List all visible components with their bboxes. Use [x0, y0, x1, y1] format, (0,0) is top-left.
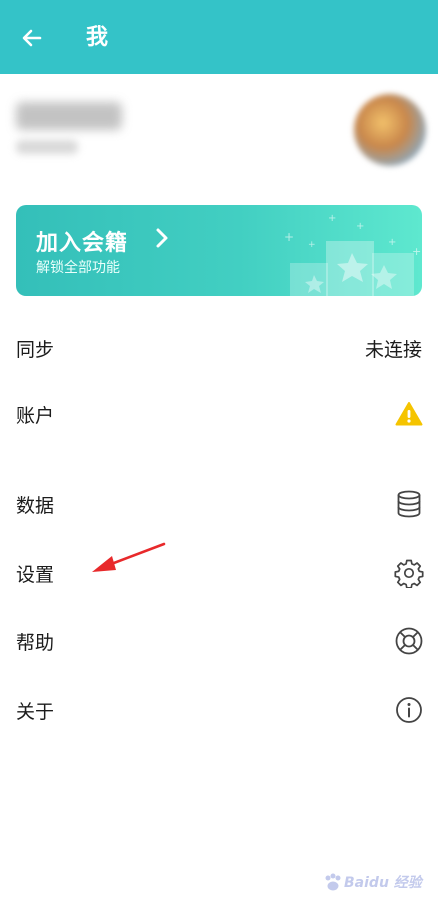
- membership-decoration: + + + + + +: [284, 213, 421, 296]
- menu-item-label: 帮助: [16, 631, 55, 654]
- menu-item-about[interactable]: 关于: [0, 682, 438, 738]
- profile-name-redacted: [16, 102, 122, 130]
- page-title: 我: [86, 25, 109, 50]
- menu-item-settings[interactable]: 设置: [0, 545, 438, 601]
- app-header: 我: [0, 0, 438, 74]
- menu-item-label: 账户: [16, 404, 55, 427]
- membership-card[interactable]: 加入会籍 解锁全部功能 + + + + + +: [16, 205, 422, 296]
- menu-item-label: 同步: [16, 338, 55, 361]
- profile-section[interactable]: [0, 74, 438, 194]
- annotation-arrow: [92, 542, 166, 572]
- lifebuoy-icon: [394, 626, 424, 656]
- avatar[interactable]: [354, 94, 426, 166]
- membership-title: 加入会籍: [36, 231, 129, 256]
- baidu-watermark: Baidu 经验: [322, 862, 422, 902]
- svg-text:+: +: [308, 240, 316, 250]
- svg-text:+: +: [388, 237, 396, 248]
- back-button[interactable]: [16, 22, 48, 54]
- arrow-left-icon: [22, 29, 42, 47]
- database-icon: [394, 489, 424, 519]
- info-icon: [394, 695, 424, 725]
- svg-text:+: +: [328, 213, 336, 224]
- warning-icon: [394, 399, 424, 429]
- menu-item-label: 设置: [16, 563, 55, 586]
- menu-item-data[interactable]: 数据: [0, 476, 438, 532]
- menu-item-account[interactable]: 账户: [0, 386, 438, 442]
- menu-item-help[interactable]: 帮助: [0, 613, 438, 669]
- watermark-text: Baidu 经验: [344, 875, 422, 891]
- menu-item-label: 关于: [16, 700, 55, 723]
- gear-icon: [394, 558, 424, 588]
- svg-text:+: +: [412, 245, 421, 258]
- paw-icon: [325, 873, 341, 891]
- menu-item-sync[interactable]: 同步 未连接: [0, 320, 438, 376]
- sync-status-value: 未连接: [364, 338, 422, 361]
- chevron-right-icon: [156, 228, 168, 248]
- menu-item-label: 数据: [16, 494, 55, 517]
- svg-text:+: +: [284, 230, 294, 244]
- svg-text:+: +: [356, 221, 364, 232]
- membership-subtitle: 解锁全部功能: [36, 260, 120, 276]
- profile-subtitle-redacted: [16, 140, 78, 154]
